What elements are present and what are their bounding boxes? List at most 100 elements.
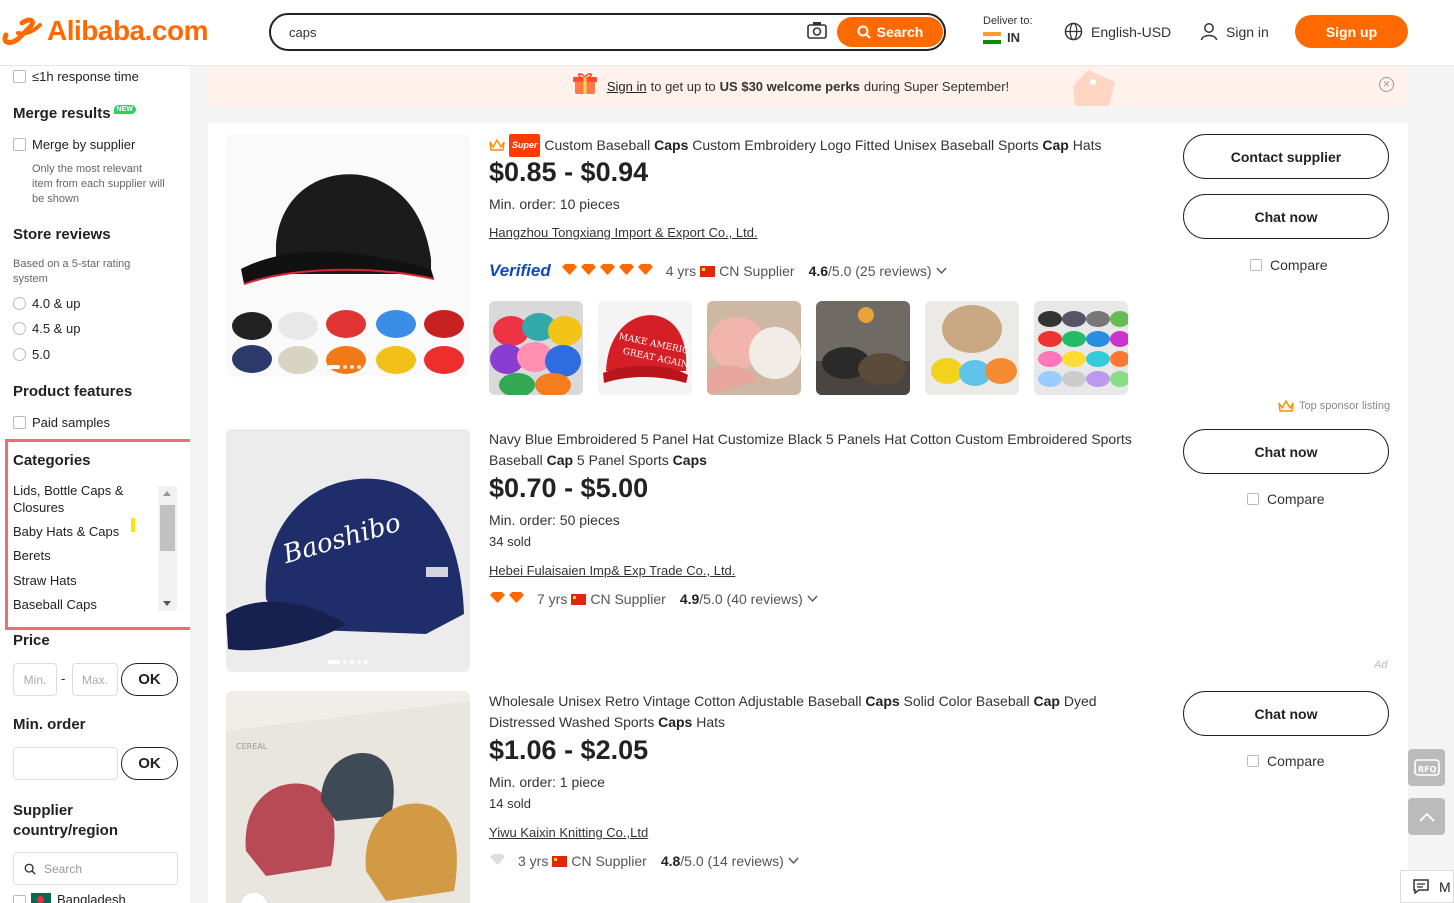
- category-item[interactable]: Lids, Bottle Caps & Closures: [13, 482, 153, 516]
- category-item[interactable]: Berets: [13, 547, 153, 564]
- top-header: Alibaba.com Search Deliver to: IN: [0, 0, 1454, 66]
- thumbnail[interactable]: [489, 301, 583, 395]
- category-item[interactable]: Straw Hats: [13, 572, 153, 589]
- sign-up-button[interactable]: Sign up: [1295, 15, 1408, 48]
- diamond-icon: [490, 854, 505, 865]
- merge-note-line: be shown: [32, 193, 80, 205]
- rating-label: 5.0: [32, 347, 51, 362]
- chat-now-button[interactable]: Chat now: [1183, 429, 1389, 474]
- min-order: Min. order: 50 pieces: [489, 512, 620, 528]
- chevron-down-icon[interactable]: [807, 595, 818, 603]
- response-time-checkbox[interactable]: [13, 70, 26, 83]
- scroll-down-icon[interactable]: [163, 601, 171, 606]
- supplier-meta: 7 yrs CN Supplier 4.9/5.0 (40 reviews): [489, 591, 818, 607]
- close-icon[interactable]: ✕: [1379, 77, 1394, 92]
- deliver-label: Deliver to:: [983, 15, 1033, 27]
- chevron-down-icon[interactable]: [935, 267, 947, 275]
- china-flag-icon: [571, 593, 587, 605]
- category-item[interactable]: Baseball Caps: [13, 596, 153, 613]
- promo-banner: Sign in to get up to US $30 welcome perk…: [208, 66, 1408, 106]
- country-item[interactable]: Bangladesh: [31, 892, 126, 903]
- compare-toggle[interactable]: Compare: [1247, 753, 1325, 769]
- banner-text: during Super September!: [863, 78, 1010, 94]
- rfq-button[interactable]: RFQ: [1408, 749, 1445, 786]
- rfq-icon-text: RFQ: [1418, 765, 1437, 774]
- price-max-input[interactable]: Max.: [72, 663, 118, 696]
- product-image[interactable]: CEREAL: [226, 691, 470, 903]
- supplier-link[interactable]: Hebei Fulaisaien Imp& Exp Trade Co., Ltd…: [489, 563, 735, 578]
- language-selector[interactable]: English-USD: [1064, 22, 1171, 41]
- rating-label: 4.0 & up: [32, 296, 81, 311]
- supplier-country: CN Supplier: [571, 853, 647, 869]
- compare-checkbox[interactable]: [1247, 755, 1259, 767]
- compare-toggle[interactable]: Compare: [1247, 491, 1325, 507]
- cursor-highlight: [131, 518, 135, 532]
- verified-badge: Verified: [489, 261, 551, 280]
- crown-icon: [1278, 399, 1294, 412]
- chat-now-button[interactable]: Chat now: [1183, 691, 1389, 736]
- scrollbar-thumb[interactable]: [160, 505, 175, 551]
- thumbnail[interactable]: MAKE AMERICA GREAT AGAIN: [598, 301, 692, 395]
- thumbnail-image: MAKE AMERICA GREAT AGAIN: [598, 301, 692, 395]
- rating-radio-4-0[interactable]: [13, 297, 26, 310]
- merge-by-supplier-checkbox[interactable]: [13, 138, 26, 151]
- search-input[interactable]: [289, 23, 789, 41]
- image-carousel-dots[interactable]: [328, 660, 368, 664]
- alibaba-logo[interactable]: Alibaba.com: [0, 13, 208, 49]
- price-ok-button[interactable]: OK: [121, 663, 178, 696]
- country-checkbox[interactable]: [13, 895, 26, 903]
- product-image[interactable]: Baoshibo: [226, 429, 470, 672]
- paid-samples-checkbox[interactable]: [13, 416, 26, 429]
- product-title[interactable]: Navy Blue Embroidered 5 Panel Hat Custom…: [489, 429, 1149, 471]
- product-image[interactable]: [226, 134, 470, 377]
- thumbnail[interactable]: [1034, 301, 1128, 395]
- store-reviews-note-line: Based on a 5-star rating: [13, 258, 131, 270]
- categories-scrollbar[interactable]: [158, 486, 177, 611]
- store-reviews-note-line: system: [13, 273, 48, 285]
- supplier-rating[interactable]: 4.8/5.0 (14 reviews): [661, 853, 784, 869]
- country-search-input[interactable]: Search: [13, 852, 178, 885]
- compare-checkbox[interactable]: [1250, 259, 1262, 271]
- cap-image: Baoshibo: [226, 429, 470, 672]
- product-title[interactable]: Wholesale Unisex Retro Vintage Cotton Ad…: [489, 691, 1149, 733]
- product-features-title: Product features: [13, 383, 133, 400]
- back-to-top-button[interactable]: [1408, 798, 1445, 835]
- deliver-to[interactable]: Deliver to: IN: [983, 15, 1033, 45]
- min-order-input[interactable]: [13, 747, 118, 780]
- camera-icon[interactable]: [806, 21, 828, 41]
- image-carousel-dots[interactable]: [328, 365, 368, 369]
- merge-note-line: item from each supplier will: [32, 178, 165, 190]
- thumbnail[interactable]: [707, 301, 801, 395]
- supplier-rating[interactable]: 4.9/5.0 (40 reviews): [680, 591, 803, 607]
- supplier-link[interactable]: Yiwu Kaixin Knitting Co.,Ltd: [489, 825, 648, 840]
- title-segment: Custom Embroidery Logo Fitted Unisex Bas…: [688, 137, 1043, 153]
- thumbnail[interactable]: [925, 301, 1019, 395]
- thumbnail[interactable]: [816, 301, 910, 395]
- sign-in-link[interactable]: Sign in: [1200, 22, 1269, 41]
- paid-samples-label: Paid samples: [32, 415, 111, 430]
- supplier-link[interactable]: Hangzhou Tongxiang Import & Export Co., …: [489, 225, 758, 240]
- scroll-up-icon[interactable]: [163, 491, 171, 496]
- title-segment: Solid Color Baseball: [899, 693, 1034, 709]
- rating-score: 4.6: [808, 263, 829, 279]
- title-segment: Wholesale Unisex Retro Vintage Cotton Ad…: [489, 693, 866, 709]
- rating-radio-5-0[interactable]: [13, 348, 26, 361]
- banner-sign-in-link[interactable]: Sign in: [607, 79, 647, 94]
- filter-sidebar: ≤1h response time Merge results NEW Merge…: [0, 66, 190, 903]
- chevron-down-icon[interactable]: [788, 857, 799, 865]
- contact-supplier-button[interactable]: Contact supplier: [1183, 134, 1389, 179]
- rating-rest: /5.0 (14 reviews): [680, 853, 784, 869]
- price-min-input[interactable]: Min.: [13, 663, 57, 696]
- product-title[interactable]: Super Custom Baseball Caps Custom Embroid…: [489, 134, 1149, 157]
- rating-rest: /5.0 (40 reviews): [699, 591, 803, 607]
- compare-checkbox[interactable]: [1247, 493, 1259, 505]
- compare-toggle[interactable]: Compare: [1250, 257, 1328, 273]
- search-button[interactable]: Search: [837, 17, 943, 47]
- rating-radio-4-5[interactable]: [13, 322, 26, 335]
- min-order-ok-button[interactable]: OK: [121, 747, 178, 780]
- china-flag-icon: [700, 265, 716, 277]
- messenger-button[interactable]: M: [1400, 870, 1454, 903]
- globe-icon: [1064, 22, 1083, 41]
- chat-now-button[interactable]: Chat now: [1183, 194, 1389, 239]
- supplier-rating[interactable]: 4.6/5.0 (25 reviews): [809, 263, 932, 279]
